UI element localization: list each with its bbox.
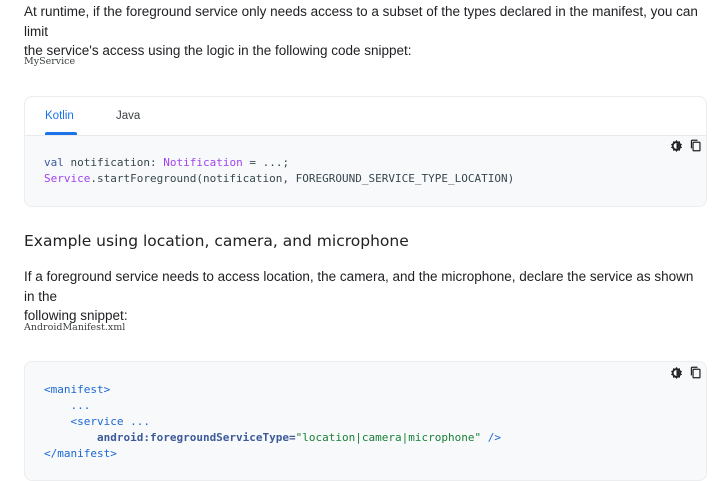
theme-toggle-icon[interactable]: [670, 366, 683, 379]
identifier: notification:: [63, 156, 164, 169]
section-line-2: following snippet:: [24, 308, 128, 323]
code-actions: [670, 366, 702, 379]
code-snippet-manifest: <manifest> ... <service ... android:fore…: [24, 361, 707, 481]
copy-icon[interactable]: [689, 366, 702, 379]
code-line-5: </manifest>: [44, 447, 117, 460]
code-actions: [670, 139, 702, 152]
code-line-2: ...: [44, 399, 91, 412]
section-heading: Example using location, camera, and micr…: [24, 232, 409, 250]
kotlin-code-block: val notification: Notification = ...; Ser…: [44, 155, 514, 187]
intro-line-2: the service's access using the logic in …: [24, 43, 412, 58]
copy-icon[interactable]: [689, 139, 702, 152]
intro-line-1: At runtime, if the foreground service on…: [24, 4, 698, 39]
manifest-code-block: <manifest> ... <service ... android:fore…: [44, 382, 501, 462]
code-line-3: <service ...: [44, 415, 150, 428]
language-tabs: Kotlin Java: [25, 97, 706, 136]
tab-kotlin[interactable]: Kotlin: [45, 110, 74, 122]
manifest-file-label: AndroidManifest.xml: [24, 322, 126, 333]
type-name: Service: [44, 172, 91, 185]
code-snippet-kotlin-java: Kotlin Java val notification: Notificati…: [24, 96, 707, 207]
keyword: val: [44, 156, 64, 169]
active-tab-indicator: [45, 132, 77, 135]
attribute-value: "location|camera|microphone": [295, 431, 482, 444]
type-name: Notification: [163, 156, 243, 169]
theme-toggle-icon[interactable]: [670, 139, 683, 152]
tag-close: />: [481, 431, 501, 444]
docs-page: At runtime, if the foreground service on…: [0, 0, 715, 481]
code-line-4: android:foregroundServiceType="location|…: [44, 430, 501, 446]
snippet-file-label: MyService: [24, 56, 76, 67]
tab-java[interactable]: Java: [116, 110, 140, 122]
method-call: .startForeground(notification, FOREGROUN…: [90, 172, 515, 185]
expression: = ...;: [242, 156, 290, 169]
code-line-1: val notification: Notification = ...;: [44, 155, 514, 171]
code-line-2: Service.startForeground(notification, FO…: [44, 171, 514, 187]
section-line-1: If a foreground service needs to access …: [24, 269, 694, 304]
intro-paragraph: At runtime, if the foreground service on…: [24, 2, 704, 61]
code-line-1: <manifest>: [44, 383, 111, 396]
section-paragraph: If a foreground service needs to access …: [24, 267, 704, 326]
attribute-name: android:foregroundServiceType=: [44, 431, 296, 444]
